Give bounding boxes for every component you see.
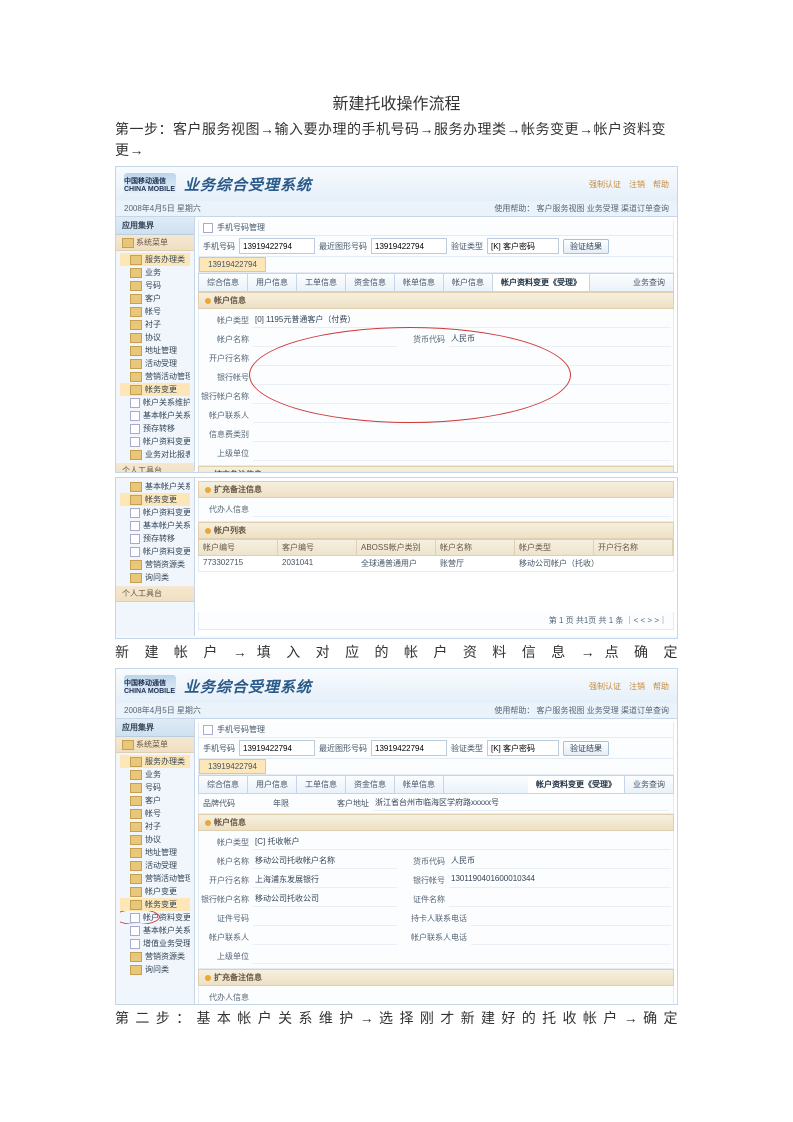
main-tabs: 综合信息 用户信息 工单信息 资金信息 帐单信息 帐户信息 帐户资料变更《受理》… [198, 273, 674, 292]
list-row-b[interactable]: 7733027152031041全球通普通用户账营厅移动公司帐户（托收） [198, 556, 674, 572]
screenshot-1: 中国移动通信 CHINA MOBILE 业务综合受理系统 强制认证 注销 帮助 … [115, 166, 678, 473]
breadcrumb-row: 手机号码管理 [198, 220, 674, 236]
tab-6[interactable]: 帐户资料变更《受理》 [493, 274, 590, 291]
logo: 中国移动通信 CHINA MOBILE [124, 173, 176, 195]
date-row: 2008年4月5日 星期六 使用帮助： 客户服务视图 业务受理 渠道订单查询 [116, 201, 677, 217]
recent-input[interactable] [371, 238, 447, 254]
link-auth-2[interactable]: 强制认证 [589, 681, 621, 692]
verify-button[interactable]: 验证结果 [563, 239, 609, 254]
tab-8[interactable]: 业务查询 [625, 274, 673, 291]
app-header: 中国移动通信 CHINA MOBILE 业务综合受理系统 强制认证 注销 帮助 [116, 167, 677, 201]
cert-select-2[interactable] [487, 740, 559, 756]
verify-button-2[interactable]: 验证结果 [563, 741, 609, 756]
content-area: 手机号码管理 手机号码 最近图形号码 验证类型 验证结果 13919422794… [195, 217, 677, 471]
phone-input-2[interactable] [239, 740, 315, 756]
screenshot-2: 中国移动通信 CHINA MOBILE 业务综合受理系统 强制认证 注销 帮助 … [115, 668, 678, 1005]
sidebar-tree: 服务办理类 业务 号码 客户 帐号 衬子 协议 地址管理 活动受理 营销活动管理… [116, 251, 194, 463]
tab-0[interactable]: 综合信息 [199, 274, 248, 291]
query-row: 手机号码 最近图形号码 验证类型 验证结果 [198, 236, 674, 257]
recent-input-2[interactable] [371, 740, 447, 756]
section-account-info: 帐户信息 [198, 292, 674, 309]
system-title: 业务综合受理系统 [184, 174, 312, 195]
sidebar-group[interactable]: 系统菜单 [116, 235, 194, 251]
link-logout-2[interactable]: 注销 [629, 681, 645, 692]
tab-2[interactable]: 工单信息 [297, 274, 346, 291]
link-help-2[interactable]: 帮助 [653, 681, 669, 692]
tab-4[interactable]: 帐单信息 [395, 274, 444, 291]
sidebar: 应用集界 系统菜单 服务办理类 业务 号码 客户 帐号 衬子 协议 地址管理 活… [116, 217, 195, 471]
tab-1[interactable]: 用户信息 [248, 274, 297, 291]
step-1-text: 第一步：客户服务视图→输入要办理的手机号码→服务办理类→帐务变更→帐户资料变更→ [115, 120, 678, 162]
step-mid-text: 新 建 帐 户 → 填 入 对 应 的 帐 户 资 料 信 息 → 点 确 定 [115, 643, 678, 664]
cert-select[interactable] [487, 238, 559, 254]
sidebar-personal[interactable]: 个人工具台 [116, 463, 194, 473]
tab-3[interactable]: 资金信息 [346, 274, 395, 291]
step-2-text: 第 二 步 ： 基 本 帐 户 关 系 维 护 → 选 择 刚 才 新 建 好 … [115, 1009, 678, 1030]
top-links: 强制认证 注销 帮助 [589, 179, 669, 190]
phone-chip[interactable]: 13919422794 [199, 257, 266, 272]
section-remark: 扩充备注信息 [198, 466, 674, 473]
tab-5[interactable]: 帐户信息 [444, 274, 493, 291]
screenshot-1b: 基本帐户关系变更 帐务变更 帐户资料变更 基本帐户关系变更 预存转移 帐户资料变… [115, 477, 678, 639]
link-logout[interactable]: 注销 [629, 179, 645, 190]
pager[interactable]: 第 1 页 共1页 共 1 条 ｜< < > >｜ [198, 612, 674, 630]
form-account: 帐户类型[0] 1195元普通客户（付费） 帐户名称货币代码人民币 开户行名称 … [198, 309, 674, 466]
link-help[interactable]: 帮助 [653, 179, 669, 190]
phone-input[interactable] [239, 238, 315, 254]
doc-title: 新建托收操作流程 [115, 90, 678, 114]
sidebar-header: 应用集界 [116, 217, 194, 235]
sidebar-b: 基本帐户关系变更 帐务变更 帐户资料变更 基本帐户关系变更 预存转移 帐户资料变… [116, 478, 195, 636]
link-auth[interactable]: 强制认证 [589, 179, 621, 190]
